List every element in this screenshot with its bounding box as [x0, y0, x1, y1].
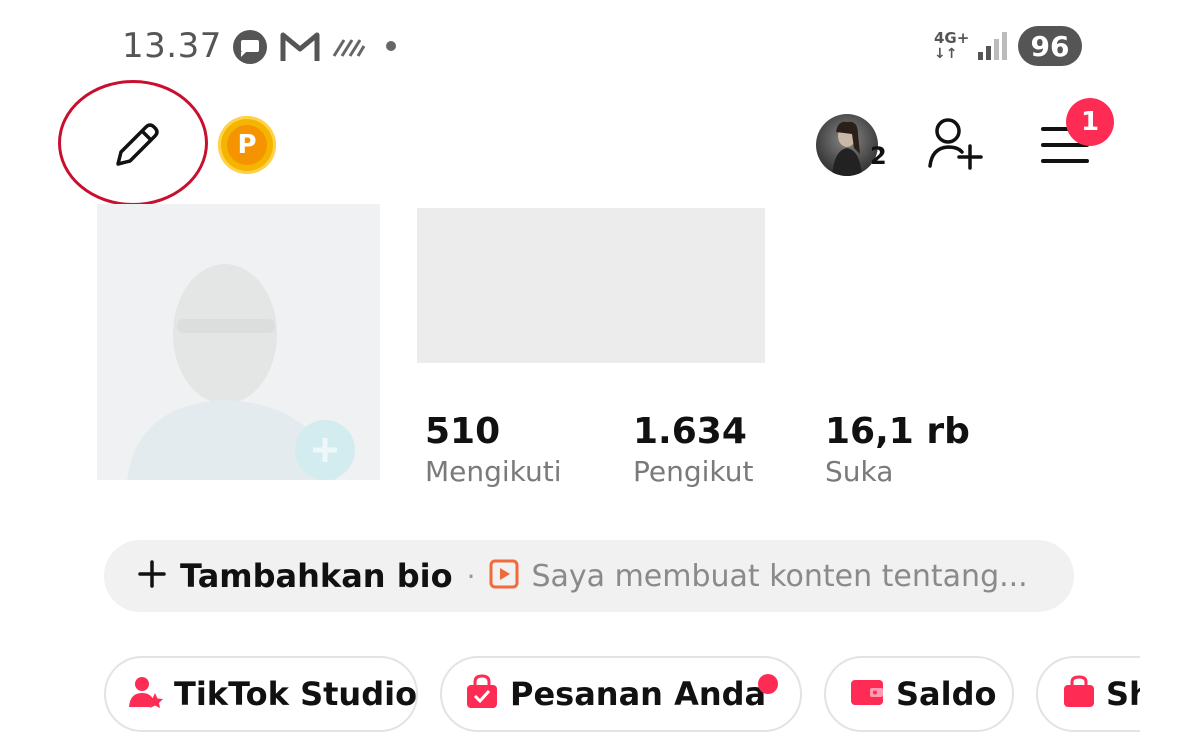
- shop-bag-icon: [1062, 675, 1096, 713]
- chip-label: Pesanan Anda: [510, 675, 767, 713]
- orders-notification-dot: [758, 674, 778, 694]
- orders-bag-icon: [464, 674, 500, 714]
- shortcut-chips: TikTok Studio Pesanan Anda Saldo Sh: [0, 640, 1140, 750]
- chip-balance[interactable]: Saldo: [824, 656, 1014, 732]
- chip-tiktok-studio[interactable]: TikTok Studio: [104, 656, 418, 732]
- pencil-icon[interactable]: [108, 118, 164, 178]
- stat-following-label: Mengikuti: [425, 455, 562, 488]
- account-avatar[interactable]: [816, 114, 878, 176]
- stat-likes[interactable]: 16,1 rb Suka: [825, 410, 970, 490]
- profile-photo[interactable]: [97, 204, 380, 480]
- bio-bar[interactable]: Tambahkan bio · Saya membuat konten tent…: [104, 540, 1074, 612]
- video-play-icon: [489, 559, 519, 593]
- stat-followers-label: Pengikut: [633, 455, 754, 488]
- chip-label: Saldo: [896, 675, 997, 713]
- plus-icon: [138, 560, 166, 592]
- wallet-icon: [850, 677, 884, 711]
- username-redacted: [417, 208, 765, 363]
- signal-strike-icon: [332, 36, 366, 62]
- stat-following[interactable]: 510 Mengikuti: [425, 410, 562, 490]
- coin-p-icon[interactable]: P: [218, 116, 276, 174]
- chip-label: Sh: [1106, 675, 1140, 713]
- stat-likes-value: 16,1 rb: [825, 411, 970, 452]
- add-user-icon[interactable]: [926, 116, 986, 176]
- stat-following-value: 510: [425, 411, 501, 452]
- add-bio-button[interactable]: Tambahkan bio: [180, 557, 453, 595]
- bio-content-text: Saya membuat konten tentang...: [531, 558, 1028, 594]
- chip-orders[interactable]: Pesanan Anda: [440, 656, 802, 732]
- notification-badge: 1: [1066, 98, 1114, 146]
- studio-icon: [128, 675, 164, 713]
- bio-separator: ·: [466, 559, 476, 593]
- battery-level: 96: [1030, 29, 1070, 63]
- chip-label: TikTok Studio: [174, 675, 418, 713]
- stat-followers-value: 1.634: [633, 411, 747, 452]
- gmail-icon: [280, 31, 320, 67]
- network-4g-icon: 4G+ ↓↑: [934, 29, 970, 62]
- signal-bars-icon: [976, 30, 1010, 66]
- stat-likes-label: Suka: [825, 455, 894, 488]
- battery-icon: 96: [1018, 26, 1082, 66]
- chip-shop[interactable]: Sh: [1036, 656, 1140, 732]
- account-count: 2: [870, 142, 887, 170]
- dot-icon: [386, 41, 396, 51]
- status-time: 13.37: [122, 26, 222, 66]
- coin-letter: P: [227, 125, 267, 165]
- message-icon: [232, 29, 268, 69]
- stat-followers[interactable]: 1.634 Pengikut: [633, 410, 754, 490]
